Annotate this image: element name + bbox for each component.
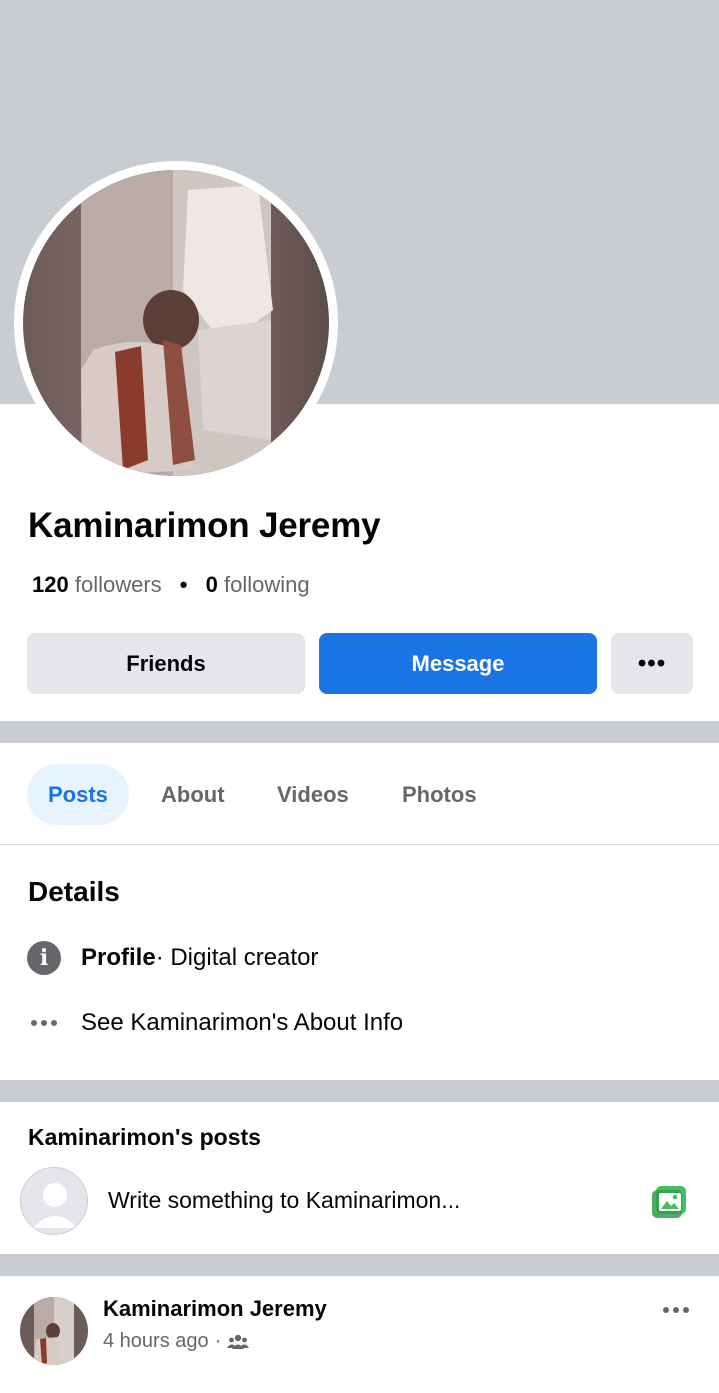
followers-label[interactable]: followers — [75, 572, 162, 597]
tab-about[interactable]: About — [161, 764, 225, 825]
section-divider — [0, 721, 719, 743]
follow-stats: 120 followers • 0 following — [32, 572, 310, 598]
section-divider — [0, 1080, 719, 1102]
post-timestamp[interactable]: 4 hours ago — [103, 1330, 209, 1353]
followers-count[interactable]: 120 — [32, 572, 69, 597]
about-info-label[interactable]: See Kaminarimon's About Info — [81, 1009, 403, 1037]
profile-tabs: Posts About Videos Photos — [0, 743, 719, 845]
tab-videos[interactable]: Videos — [277, 764, 349, 825]
following-label[interactable]: following — [224, 572, 310, 597]
post-meta: 4 hours ago · — [103, 1330, 250, 1353]
composer-input[interactable]: Write something to Kaminarimon... — [108, 1187, 460, 1214]
default-user-icon — [33, 1183, 77, 1228]
post-author-avatar[interactable] — [20, 1297, 88, 1365]
friends-icon — [227, 1334, 250, 1349]
tab-posts[interactable]: Posts — [27, 764, 129, 825]
post-author-name[interactable]: Kaminarimon Jeremy — [103, 1296, 327, 1322]
following-count[interactable]: 0 — [206, 572, 218, 597]
detail-profile-row: i Profile · Digital creator — [27, 940, 318, 976]
detail-profile-label: Profile — [81, 944, 156, 971]
friends-button[interactable]: Friends — [27, 633, 305, 694]
details-heading: Details — [28, 876, 120, 907]
composer-avatar[interactable] — [20, 1167, 88, 1235]
stats-separator: • — [179, 572, 188, 597]
message-button[interactable]: Message — [319, 633, 597, 694]
post-options-button[interactable] — [656, 1296, 696, 1324]
profile-name: Kaminarimon Jeremy — [28, 506, 381, 545]
profile-picture[interactable] — [23, 170, 329, 476]
photo-icon[interactable] — [650, 1184, 688, 1220]
more-options-button[interactable]: ••• — [611, 633, 693, 694]
posts-heading: Kaminarimon's posts — [28, 1124, 261, 1150]
section-divider — [0, 1254, 719, 1276]
info-icon: i — [27, 941, 61, 975]
more-dots-icon — [27, 1020, 61, 1026]
tab-photos[interactable]: Photos — [402, 764, 477, 825]
detail-profile-value: · Digital creator — [155, 944, 319, 971]
meta-separator: · — [214, 1330, 222, 1352]
about-info-link[interactable]: See Kaminarimon's About Info — [27, 1005, 403, 1041]
